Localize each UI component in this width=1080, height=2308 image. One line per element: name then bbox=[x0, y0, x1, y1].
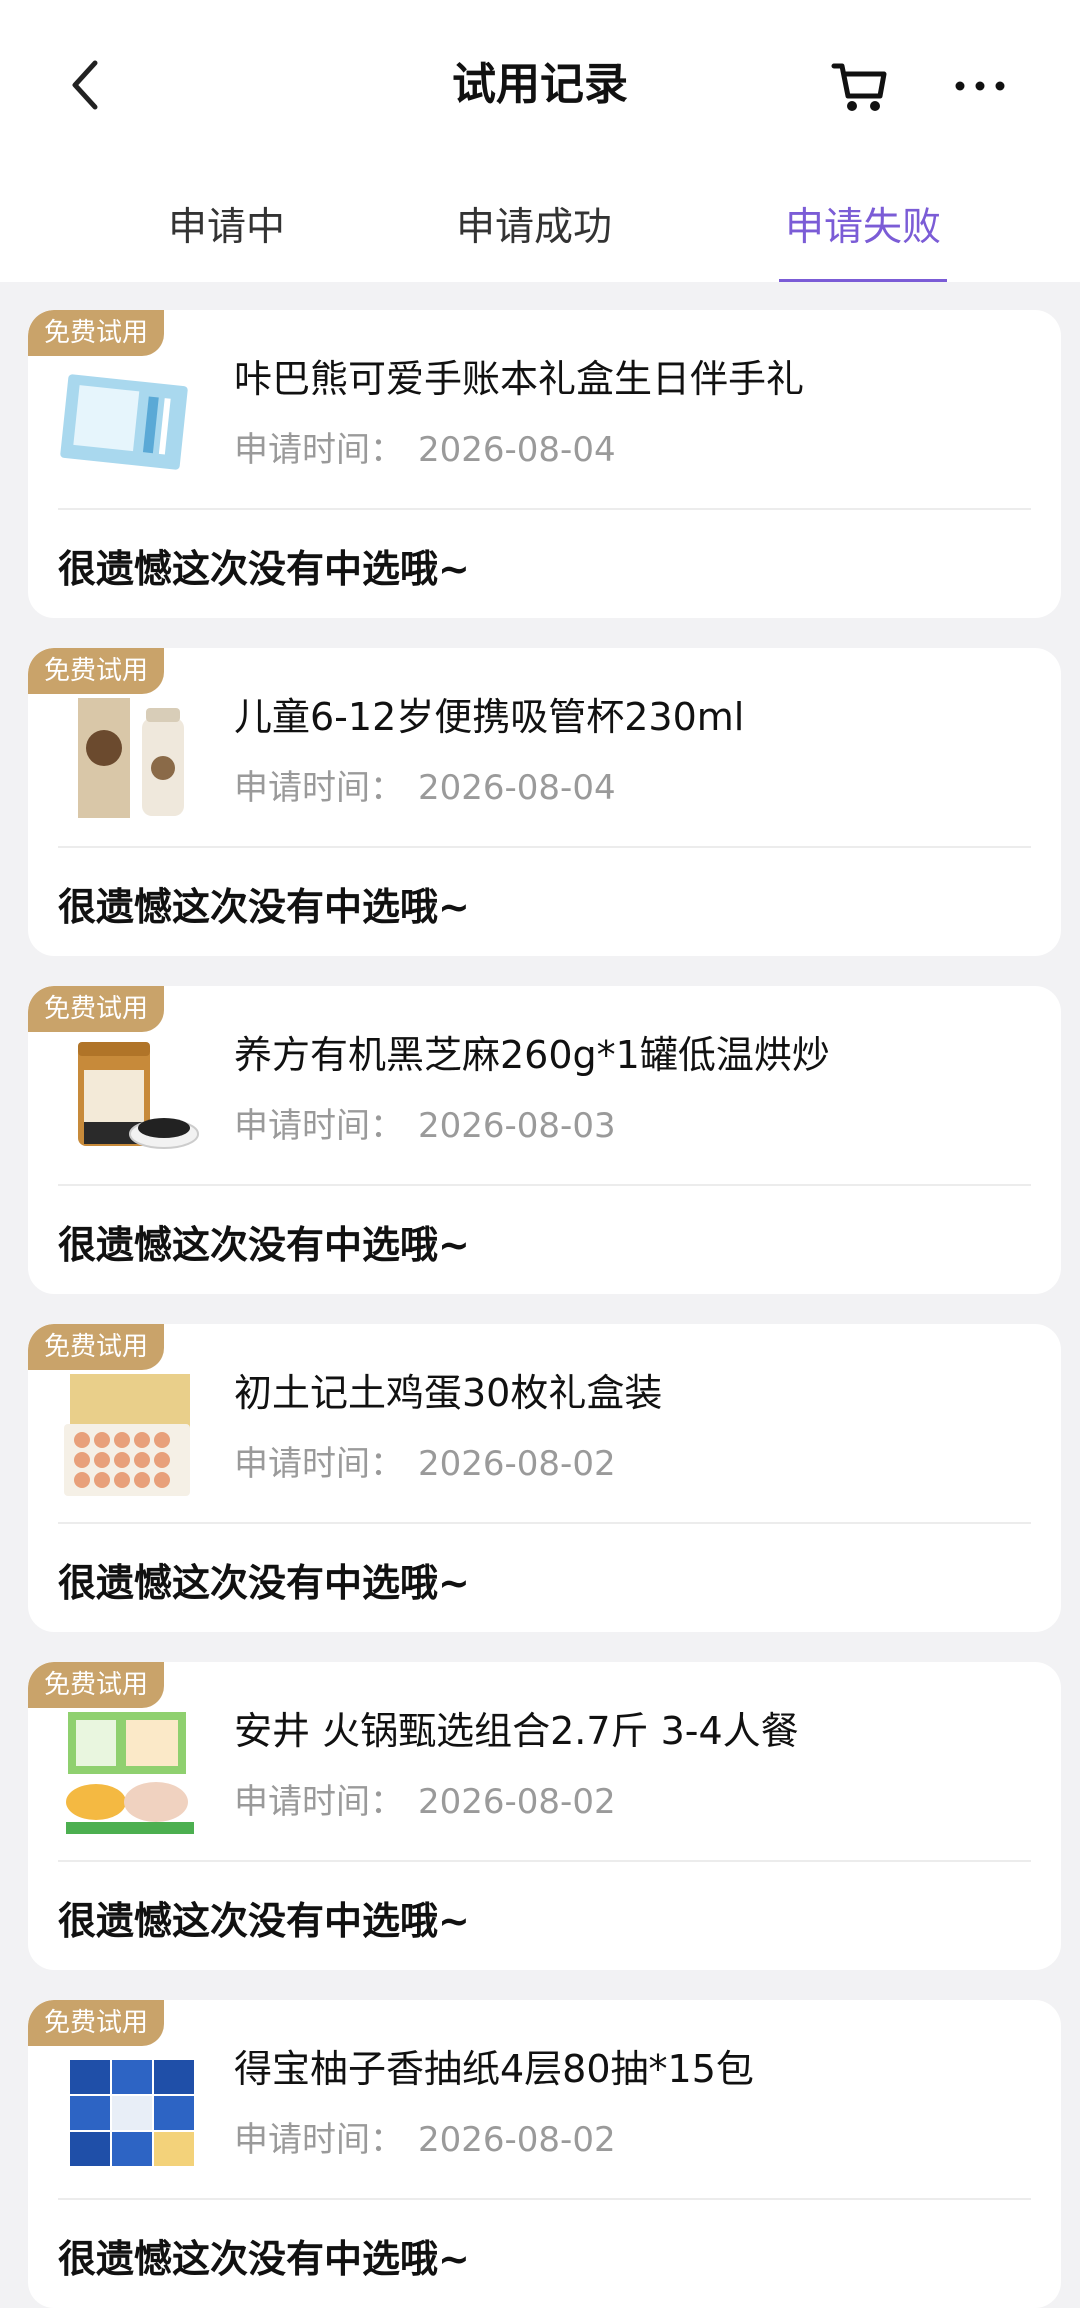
apply-date: 2026-08-04 bbox=[418, 430, 616, 470]
product-title: 得宝柚子香抽纸4层80抽*15包 bbox=[234, 2047, 754, 2091]
top-header: 试用记录 申请中 申请成功 申请失败 bbox=[0, 0, 1080, 282]
result-message: 很遗憾这次没有中选哦~ bbox=[58, 1899, 470, 1943]
result-message: 很遗憾这次没有中选哦~ bbox=[58, 547, 470, 591]
tab-label: 申请成功 bbox=[456, 205, 613, 250]
apply-time: 申请时间： 2026-08-02 bbox=[234, 1436, 616, 1485]
tab-failed[interactable]: 申请失败 bbox=[779, 190, 948, 282]
product-thumbnail bbox=[64, 1374, 190, 1496]
nav-bar: 试用记录 bbox=[0, 30, 1080, 140]
back-button[interactable] bbox=[50, 50, 120, 120]
apply-time-label: 申请时间： bbox=[234, 1782, 404, 1822]
result-message: 很遗憾这次没有中选哦~ bbox=[58, 1561, 470, 1605]
apply-time-label: 申请时间： bbox=[234, 430, 404, 470]
tab-success[interactable]: 申请成功 bbox=[456, 190, 612, 282]
divider bbox=[58, 2198, 1031, 2200]
divider bbox=[58, 1522, 1031, 1524]
more-dots-icon bbox=[955, 81, 1005, 91]
record-card[interactable]: 免费试用 得宝柚子香抽纸4层80抽*15包 申请时间： 2026-08-02 很遗… bbox=[28, 2000, 1061, 2308]
cart-icon bbox=[831, 63, 887, 111]
chevron-left-icon bbox=[72, 60, 98, 110]
divider bbox=[58, 508, 1031, 510]
result-message: 很遗憾这次没有中选哦~ bbox=[58, 2237, 470, 2281]
record-card[interactable]: 免费试用 儿童6-12岁便携吸管杯230ml 申请时间： 2026-08-04 很… bbox=[28, 648, 1061, 956]
product-title: 养方有机黑芝麻260g*1罐低温烘炒 bbox=[234, 1033, 830, 1077]
product-thumbnail bbox=[60, 374, 188, 470]
apply-time-label: 申请时间： bbox=[234, 1444, 404, 1484]
apply-time: 申请时间： 2026-08-04 bbox=[234, 760, 616, 809]
product-thumbnail bbox=[78, 1042, 199, 1149]
product-title: 安井 火锅甄选组合2.7斤 3-4人餐 bbox=[234, 1709, 799, 1753]
active-tab-indicator bbox=[779, 279, 948, 282]
cart-button[interactable] bbox=[822, 48, 898, 124]
apply-date: 2026-08-04 bbox=[418, 768, 616, 808]
product-title: 初土记土鸡蛋30枚礼盒装 bbox=[234, 1371, 663, 1415]
apply-time-label: 申请时间： bbox=[234, 2120, 404, 2160]
apply-date: 2026-08-03 bbox=[418, 1106, 616, 1146]
apply-time: 申请时间： 2026-08-02 bbox=[234, 1774, 616, 1823]
page-title: 试用记录 bbox=[452, 59, 628, 110]
product-title: 儿童6-12岁便携吸管杯230ml bbox=[234, 695, 745, 739]
tab-bar: 申请中 申请成功 申请失败 bbox=[0, 190, 1080, 282]
apply-date: 2026-08-02 bbox=[418, 2120, 616, 2160]
apply-date: 2026-08-02 bbox=[418, 1782, 616, 1822]
tab-label: 申请中 bbox=[168, 205, 286, 250]
apply-time: 申请时间： 2026-08-02 bbox=[234, 2112, 616, 2161]
record-card[interactable]: 免费试用 养方有机黑芝麻260g*1罐低温烘炒 申请时间： 2026-08-03 … bbox=[28, 986, 1061, 1294]
apply-time: 申请时间： 2026-08-04 bbox=[234, 422, 616, 471]
more-button[interactable] bbox=[942, 48, 1018, 124]
result-message: 很遗憾这次没有中选哦~ bbox=[58, 885, 470, 929]
apply-time-label: 申请时间： bbox=[234, 768, 404, 808]
record-card[interactable]: 免费试用 安井 火锅甄选组合2.7斤 3-4人餐 申请时间： 2026-08-02… bbox=[28, 1662, 1061, 1970]
product-thumbnail bbox=[78, 698, 184, 818]
apply-time: 申请时间： 2026-08-03 bbox=[234, 1098, 616, 1147]
divider bbox=[58, 1860, 1031, 1862]
apply-time-label: 申请时间： bbox=[234, 1106, 404, 1146]
product-thumbnail bbox=[66, 1712, 194, 1834]
tab-applying[interactable]: 申请中 bbox=[168, 190, 285, 282]
record-card[interactable]: 免费试用 初土记土鸡蛋30枚礼盒装 申请时间： 2026-08-02 很遗憾这次没… bbox=[28, 1324, 1061, 1632]
product-title: 咔巴熊可爱手账本礼盒生日伴手礼 bbox=[234, 357, 805, 401]
divider bbox=[58, 846, 1031, 848]
product-thumbnail bbox=[70, 2060, 194, 2166]
divider bbox=[58, 1184, 1031, 1186]
result-message: 很遗憾这次没有中选哦~ bbox=[58, 1223, 470, 1267]
tab-label: 申请失败 bbox=[785, 205, 942, 250]
record-card[interactable]: 免费试用 咔巴熊可爱手账本礼盒生日伴手礼 申请时间： 2026-08-04 很遗憾… bbox=[28, 310, 1061, 618]
apply-date: 2026-08-02 bbox=[418, 1444, 616, 1484]
